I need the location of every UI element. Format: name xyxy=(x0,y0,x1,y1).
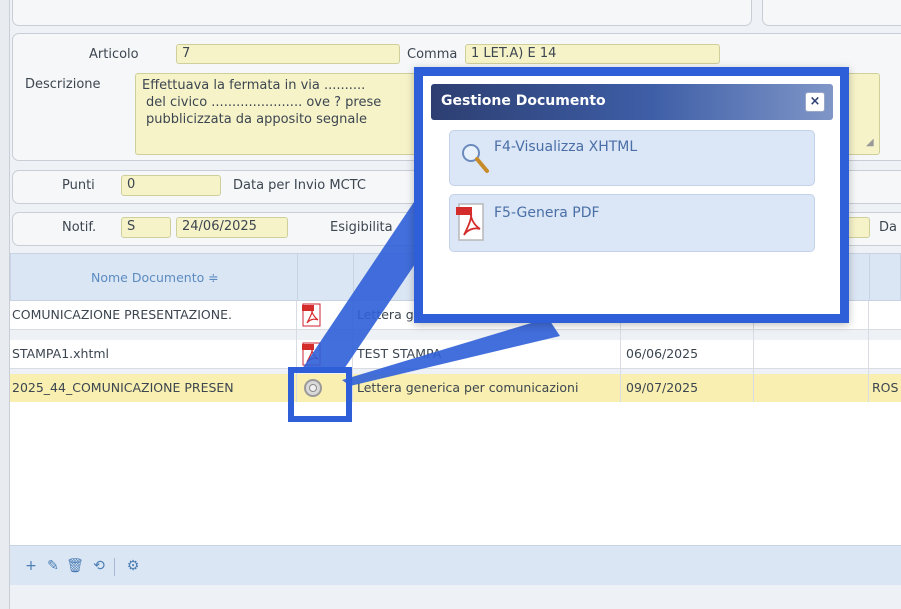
gestione-documento-dialog: Gestione Documento × F4-Visualizza XHTML… xyxy=(414,67,849,323)
top-panel-left xyxy=(12,0,752,26)
cell-nome: 2025_44_COMUNICAZIONE PRESEN xyxy=(12,380,234,395)
col-divider xyxy=(869,254,870,302)
pdf-icon xyxy=(456,201,486,243)
da-label: Da xyxy=(879,220,897,235)
esigibilita-label: Esigibilita xyxy=(330,220,393,235)
edit-icon[interactable]: ✎ xyxy=(44,548,62,584)
dialog-titlebar[interactable]: Gestione Documento × xyxy=(431,84,833,120)
footer-area xyxy=(10,585,901,609)
cell-nome: STAMPA1.xhtml xyxy=(12,346,110,361)
dialog-title: Gestione Documento xyxy=(441,93,606,109)
gear-highlight-box xyxy=(288,367,352,422)
search-icon xyxy=(460,141,490,175)
genera-pdf-label: F5-Genera PDF xyxy=(494,205,600,221)
close-button[interactable]: × xyxy=(805,92,825,112)
descrizione-label: Descrizione xyxy=(25,77,101,92)
left-edge-strip xyxy=(0,0,10,609)
table-row[interactable]: STAMPA1.xhtml TEST STAMPA 06/06/2025 xyxy=(10,340,901,369)
notif-field[interactable]: S xyxy=(121,217,171,238)
articolo-label: Articolo xyxy=(89,47,139,62)
header-nome-documento[interactable]: Nome Documento ≑ xyxy=(91,254,219,302)
notif-label: Notif. xyxy=(62,220,97,235)
cell-data: 09/07/2025 xyxy=(626,380,699,395)
cell-data: 06/06/2025 xyxy=(626,346,699,361)
toolbar-separator xyxy=(114,558,115,576)
notif-date-field[interactable]: 24/06/2025 xyxy=(176,217,288,238)
punti-field[interactable]: 0 xyxy=(121,175,221,196)
visualizza-xhtml-button[interactable]: F4-Visualizza XHTML xyxy=(449,130,815,186)
punti-label: Punti xyxy=(62,178,95,193)
rows-col-divider xyxy=(352,301,353,402)
delete-icon[interactable]: 🗑 xyxy=(66,548,84,584)
settings-icon[interactable]: ⚙ xyxy=(124,548,142,584)
cell-descrizione: TEST STAMPA xyxy=(357,346,442,361)
rows-col-divider xyxy=(868,301,869,402)
comma-field[interactable]: 1 LET.A) E 14 xyxy=(465,44,720,64)
cell-descrizione: Lettera generica per comunicazioni xyxy=(357,380,579,395)
grid-empty-area xyxy=(10,402,901,545)
comma-label: Comma xyxy=(407,47,458,62)
pdf-icon[interactable] xyxy=(302,303,322,327)
genera-pdf-button[interactable]: F5-Genera PDF xyxy=(449,194,815,252)
cell-extra: ROS xyxy=(872,380,899,395)
col-divider xyxy=(353,254,354,302)
top-panel-right xyxy=(762,0,901,26)
resize-grip-icon[interactable]: ◢ xyxy=(866,138,876,148)
articolo-field[interactable]: 7 xyxy=(176,44,400,64)
visualizza-xhtml-label: F4-Visualizza XHTML xyxy=(494,139,638,155)
table-row-selected[interactable]: 2025_44_COMUNICAZIONE PRESEN Lettera gen… xyxy=(10,374,901,403)
data-invio-label: Data per Invio MCTC xyxy=(233,178,366,193)
add-icon[interactable]: + xyxy=(22,548,40,584)
grid-toolbar: + ✎ 🗑 ⟲ ⚙ xyxy=(10,545,901,585)
refresh-icon[interactable]: ⟲ xyxy=(90,548,108,584)
pdf-icon[interactable] xyxy=(302,342,322,366)
cell-nome: COMUNICAZIONE PRESENTAZIONE. xyxy=(12,307,232,322)
col-divider xyxy=(297,254,298,302)
